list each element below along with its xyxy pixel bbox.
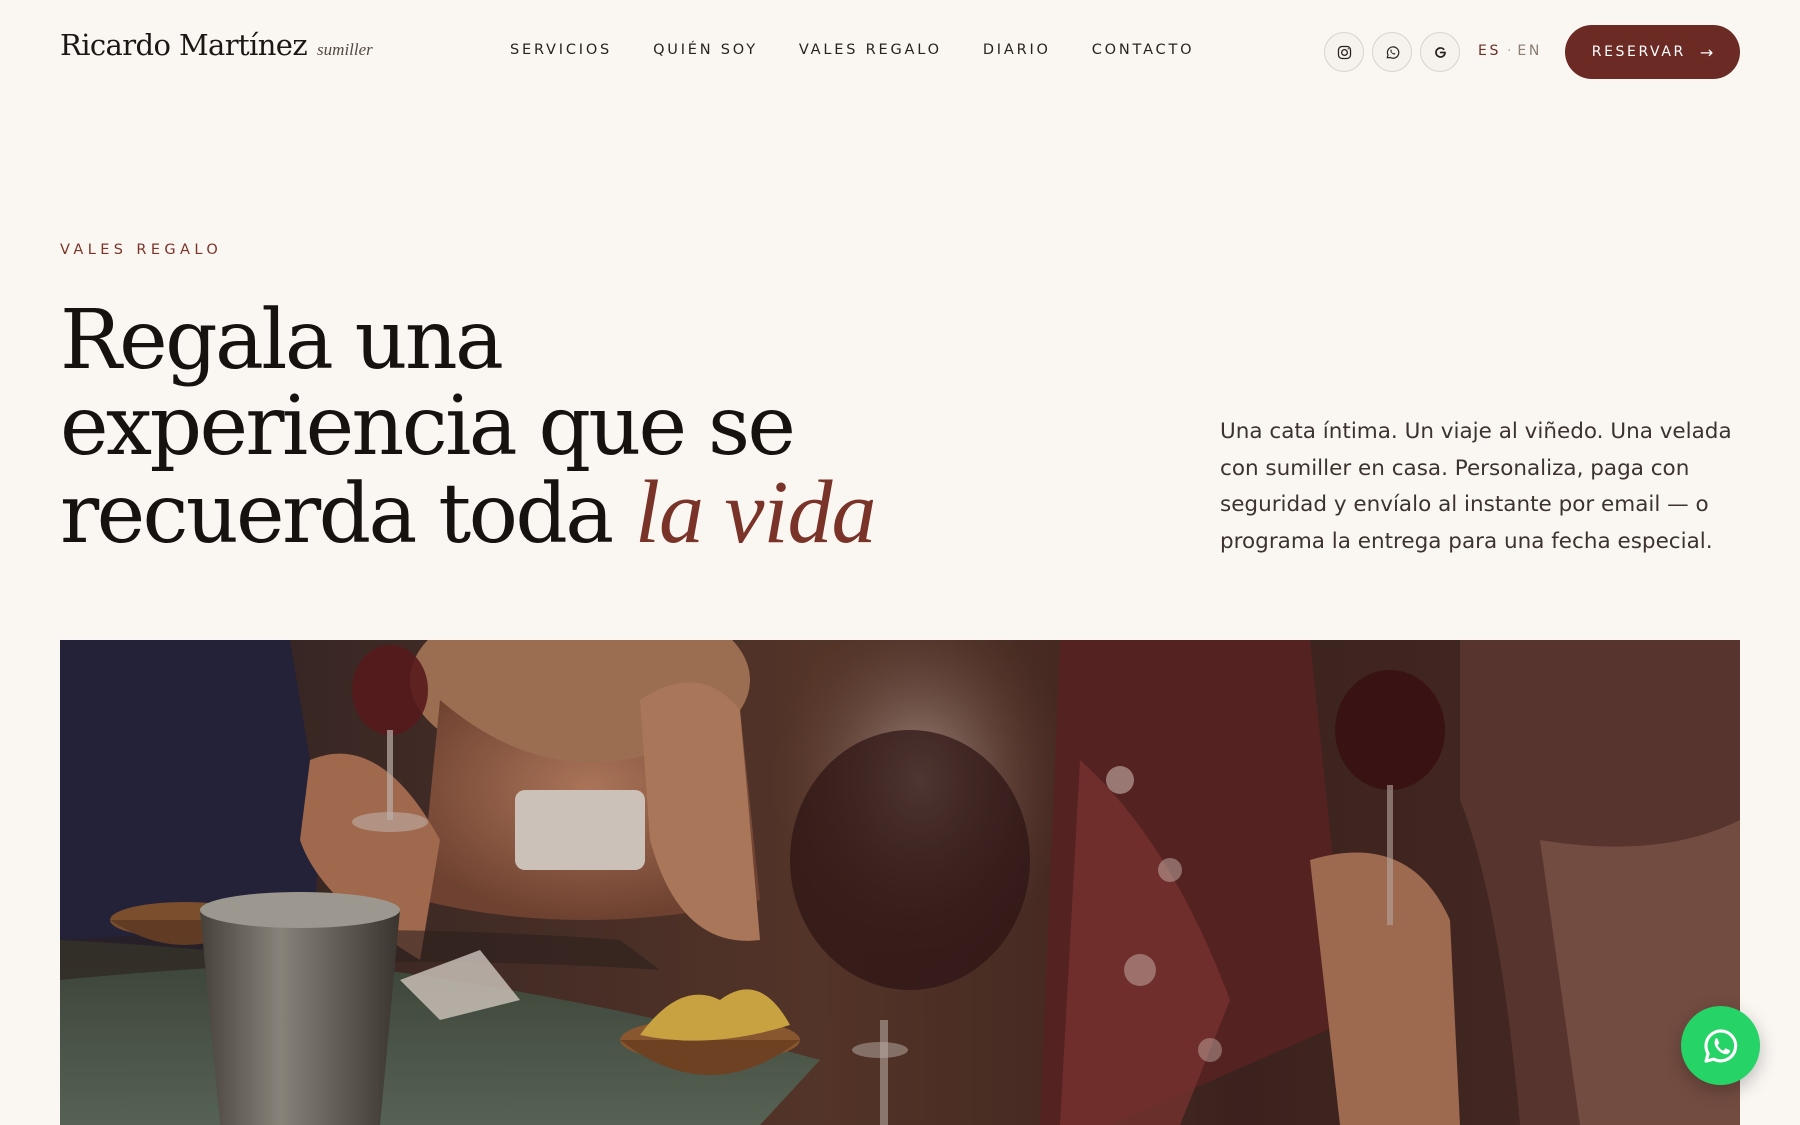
whatsapp-icon xyxy=(1386,45,1399,59)
whatsapp-float-button[interactable] xyxy=(1681,1006,1760,1085)
instagram-icon xyxy=(1337,45,1351,59)
whatsapp-button[interactable] xyxy=(1372,32,1412,72)
nav-item-contacto[interactable]: CONTACTO xyxy=(1092,42,1195,58)
headline-line-3: recuerda toda xyxy=(60,467,614,562)
lang-separator: · xyxy=(1506,43,1512,59)
hero-description: Una cata íntima. Un viaje al viñedo. Una… xyxy=(1220,419,1732,554)
language-switcher: ES · EN xyxy=(1478,43,1542,59)
wine-tasting-photo xyxy=(60,640,1740,1125)
brand-tagline: sumiller xyxy=(317,40,373,59)
reservar-label: RESERVAR xyxy=(1591,44,1686,60)
headline-accent: la vida xyxy=(635,463,876,562)
instagram-button[interactable] xyxy=(1324,32,1364,72)
main-nav: SERVICIOS QUIÉN SOY VALES REGALO DIARIO … xyxy=(510,42,1194,58)
whatsapp-icon xyxy=(1703,1028,1737,1063)
nav-item-vales-regalo[interactable]: VALES REGALO xyxy=(799,42,942,58)
lang-en[interactable]: EN xyxy=(1517,43,1542,59)
site-header: Ricardo Martínez sumiller SERVICIOS QUIÉ… xyxy=(0,0,1800,104)
reservar-button[interactable]: RESERVAR → xyxy=(1565,25,1740,79)
nav-item-servicios[interactable]: SERVICIOS xyxy=(510,42,612,58)
brand-logo[interactable]: Ricardo Martínez sumiller xyxy=(60,28,373,62)
nav-item-quien-soy[interactable]: QUIÉN SOY xyxy=(653,42,758,58)
google-icon xyxy=(1434,46,1446,58)
headline-line-2: experiencia que se xyxy=(60,379,796,474)
arrow-right-icon: → xyxy=(1699,42,1714,62)
google-button[interactable] xyxy=(1420,32,1460,72)
lang-es[interactable]: ES xyxy=(1478,43,1501,59)
nav-item-diario[interactable]: DIARIO xyxy=(983,42,1051,58)
headline-line-1: Regala una xyxy=(60,293,504,388)
social-links xyxy=(1324,32,1460,72)
section-eyebrow: VALES REGALO xyxy=(60,242,223,258)
hero-headline: Regala una experiencia que se recuerda t… xyxy=(60,298,1060,558)
brand-name: Ricardo Martínez xyxy=(60,28,308,62)
